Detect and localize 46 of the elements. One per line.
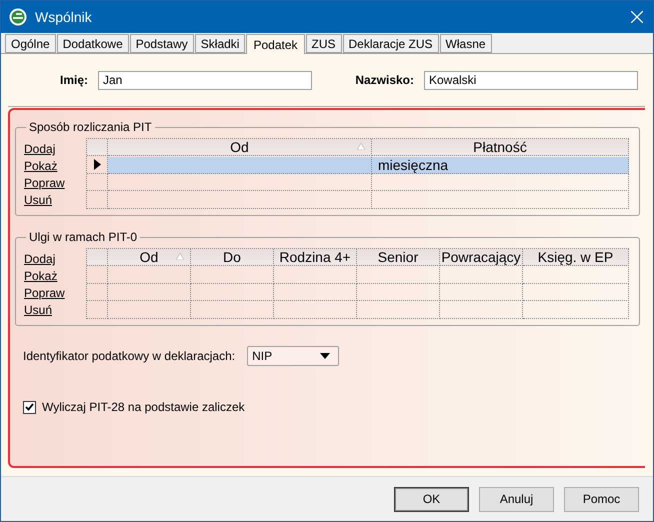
action-link[interactable]: Popraw xyxy=(24,175,65,192)
group-title: Sposób rozliczania PIT xyxy=(28,120,153,134)
tab[interactable]: Deklaracje ZUS xyxy=(342,34,439,53)
tab[interactable]: Dodatkowe xyxy=(56,34,129,53)
column-header[interactable]: Rodzina 4+ xyxy=(274,249,357,266)
checkbox[interactable] xyxy=(23,400,36,414)
tab[interactable]: Składki xyxy=(194,34,246,53)
column-header[interactable]: Księg. w EP xyxy=(523,249,629,266)
column-header[interactable]: Senior xyxy=(357,249,440,266)
tab[interactable]: Własne xyxy=(440,34,492,53)
dialog-button[interactable]: Anuluj xyxy=(479,486,554,512)
current-row-icon xyxy=(94,159,101,170)
action-link[interactable]: Usuń xyxy=(24,192,52,209)
tab[interactable]: ZUS xyxy=(306,34,342,53)
last-name-field[interactable]: Kowalski xyxy=(424,70,638,90)
tax-id-dropdown[interactable]: NIP xyxy=(247,346,340,366)
first-name-field[interactable]: Jan xyxy=(98,70,312,90)
table-cell: miesięczna xyxy=(372,156,629,174)
field-label: Identyfikator podatkowy w deklaracjach: xyxy=(23,349,236,363)
action-link[interactable]: Pokaż xyxy=(24,158,58,175)
sort-icon xyxy=(357,143,365,150)
checkbox-label: Wyliczaj PIT-28 na podstawie zaliczek xyxy=(42,400,245,414)
window-title: Wspólnik xyxy=(35,9,93,25)
app-logo-icon xyxy=(9,8,27,26)
close-icon[interactable] xyxy=(631,11,643,23)
dialog-button[interactable]: Pomoc xyxy=(564,486,639,512)
dialog-button[interactable]: OK xyxy=(394,486,469,512)
group-title: Ulgi w ramach PIT-0 xyxy=(28,230,138,244)
sort-icon xyxy=(176,253,184,260)
tab[interactable]: Podatek xyxy=(246,34,305,54)
column-header[interactable]: Od xyxy=(108,139,372,156)
column-header[interactable]: Do xyxy=(191,249,274,266)
column-header[interactable]: Płatność xyxy=(372,139,629,156)
action-link[interactable]: Usuń xyxy=(24,302,52,319)
caret-icon xyxy=(320,353,330,359)
field-label: Imię: xyxy=(58,73,89,87)
tab[interactable]: Ogólne xyxy=(5,34,56,53)
action-link[interactable]: Dodaj xyxy=(24,141,56,158)
column-header[interactable]: Od xyxy=(108,249,191,266)
tab[interactable]: Podstawy xyxy=(130,34,194,53)
column-header[interactable]: Powracający xyxy=(440,249,523,266)
action-link[interactable]: Pokaż xyxy=(24,268,58,285)
action-link[interactable]: Dodaj xyxy=(24,251,56,268)
action-link[interactable]: Popraw xyxy=(24,285,65,302)
field-label: Nazwisko: xyxy=(354,73,415,87)
check-icon xyxy=(25,403,34,411)
